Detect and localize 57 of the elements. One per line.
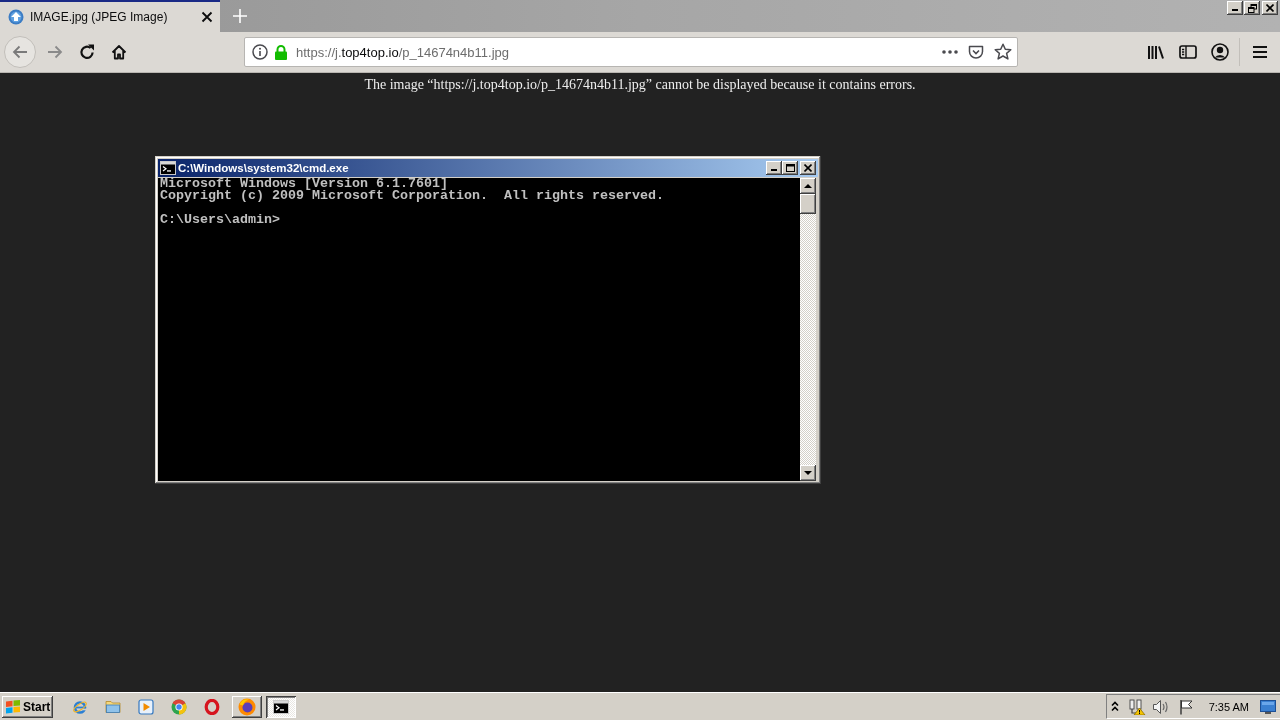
close-button[interactable] — [1262, 1, 1278, 15]
close-icon — [1266, 4, 1274, 12]
address-field[interactable]: https://j.top4top.io/p_14674n4b11.jpg — [244, 37, 1018, 67]
scroll-thumb[interactable] — [800, 194, 816, 214]
reload-icon[interactable] — [79, 44, 95, 60]
clock[interactable]: 7:35 AM — [1208, 700, 1249, 713]
menu-icon[interactable] — [1252, 45, 1268, 59]
triangle-down-icon — [804, 470, 812, 476]
ellipsis-icon[interactable] — [942, 50, 958, 54]
scroll-up-button[interactable] — [800, 178, 816, 194]
error-message: The image “https://j.top4top.io/p_14674n4b11.jpg” cannot be displayed because it contains errors. — [364, 76, 916, 93]
restore-button[interactable] — [1244, 1, 1260, 15]
account-icon[interactable] — [1211, 43, 1229, 61]
console-line: Microsoft Windows [Version 6.1.7601] — [160, 178, 448, 190]
close-icon — [804, 164, 812, 172]
pocket-icon[interactable] — [968, 44, 984, 60]
close-icon[interactable] — [201, 11, 213, 23]
restore-icon — [1247, 3, 1257, 13]
browser-tab[interactable]: IMAGE.jpg (JPEG Image) — [0, 0, 220, 32]
minimize-button[interactable] — [766, 161, 782, 175]
scrollbar-track[interactable] — [800, 178, 816, 481]
segmented-circle-icon[interactable] — [171, 698, 187, 715]
monitor-icon[interactable] — [1260, 699, 1276, 714]
console-prompt: C:\Users\admin> — [160, 214, 281, 226]
console-area[interactable]: Microsoft Windows [Version 6.1.7601] Copyright (c) 2009 Microsoft Corporation. All rights reserved. C:\Users\admin> — [158, 178, 800, 481]
maximize-button[interactable] — [782, 161, 798, 175]
folder-icon[interactable] — [105, 698, 121, 715]
star-icon[interactable] — [994, 43, 1012, 61]
play-icon[interactable] — [138, 698, 154, 715]
ring-icon[interactable] — [204, 698, 220, 715]
terminal-icon — [273, 699, 289, 714]
info-icon[interactable] — [252, 44, 268, 60]
start-button[interactable]: Start — [2, 695, 53, 718]
back-button[interactable] — [4, 36, 36, 68]
four-pane-flag-icon — [5, 698, 21, 715]
close-button[interactable] — [800, 161, 816, 175]
padlock-icon[interactable] — [273, 44, 289, 60]
arrow-left-icon — [12, 44, 28, 60]
books-icon[interactable] — [1147, 44, 1165, 60]
sidebar-icon[interactable] — [1179, 44, 1197, 60]
triangle-up-icon — [804, 183, 812, 189]
maximize-icon — [785, 164, 795, 172]
home-icon[interactable] — [111, 44, 127, 60]
globe-icon — [238, 697, 256, 716]
terminal-icon[interactable] — [160, 161, 176, 175]
minimize-button[interactable] — [1227, 1, 1243, 15]
taskbar-button[interactable] — [232, 695, 262, 718]
speaker-icon[interactable] — [1151, 698, 1169, 715]
taskbar-button[interactable] — [266, 695, 296, 718]
network-warning-icon[interactable] — [1127, 698, 1146, 715]
circle-arrow-icon — [8, 9, 24, 25]
console-line: Copyright (c) 2009 Microsoft Corporation. All rights reserved. — [160, 190, 665, 202]
flag-icon[interactable] — [1177, 698, 1194, 715]
scroll-down-button[interactable] — [800, 465, 816, 481]
ringed-sphere-icon[interactable] — [72, 698, 88, 715]
chevron-icon[interactable] — [1110, 701, 1119, 712]
window-title: C:\Windows\system32\cmd.exe — [178, 162, 349, 174]
